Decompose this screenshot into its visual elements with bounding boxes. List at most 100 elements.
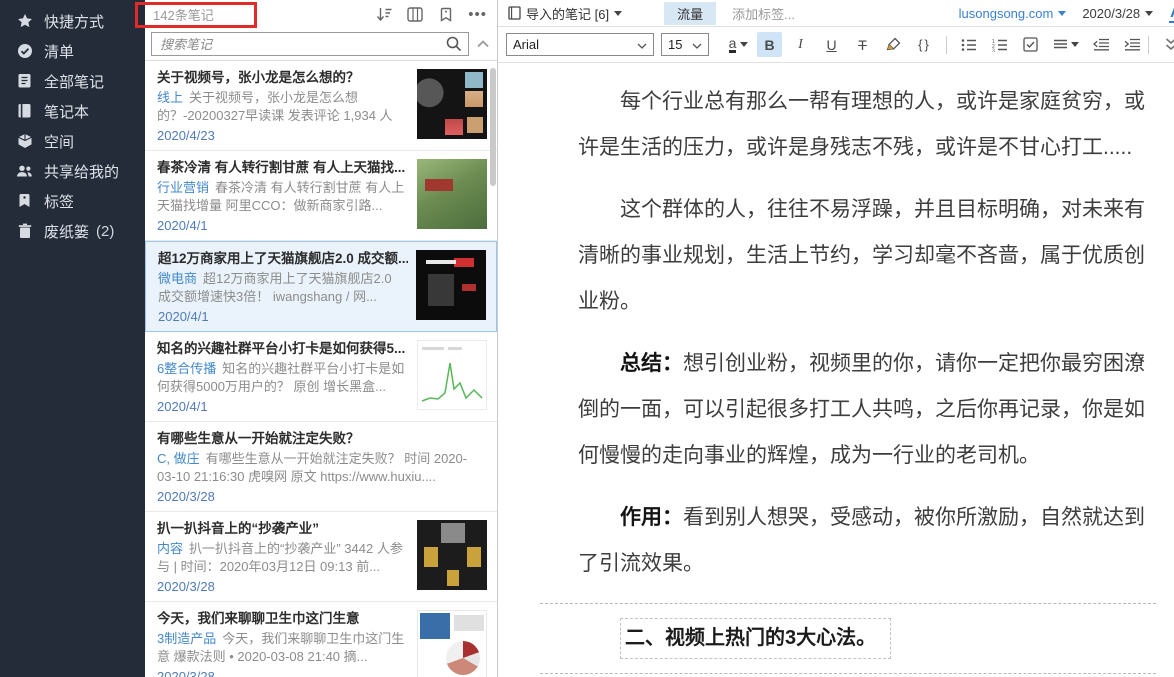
highlighter-icon (886, 37, 901, 52)
list-item[interactable]: 今天，我们来聊聊卫生巾这门生意 3制造产品今天，我们来聊聊卫生巾这门生意 爆款法… (145, 602, 497, 677)
code-glyph: {} (918, 37, 931, 52)
note-tag[interactable]: 线上 (157, 90, 183, 105)
strikethrough-glyph: T (858, 37, 867, 53)
folder-selector[interactable]: 导入的笔记 [6] (508, 4, 622, 23)
bold-label: 作用： (620, 506, 683, 529)
note-date-dropdown[interactable]: 2020/3/28 (1082, 6, 1153, 21)
chevron-down-icon (614, 11, 622, 16)
note-thumbnail (417, 520, 487, 590)
double-chevron-down-icon (1165, 38, 1174, 52)
chevron-down-icon (740, 42, 748, 47)
star-icon (16, 13, 33, 30)
note-thumbnail (417, 340, 487, 410)
list-item[interactable]: 关于视频号，张小龙是怎么想的？ 线上关于视频号，张小龙是怎么想的？-202003… (145, 61, 497, 151)
sidebar-item-label: 快捷方式 (44, 11, 104, 32)
view-mode-icon[interactable] (406, 5, 424, 23)
align-button[interactable] (1049, 32, 1083, 57)
numbered-list-icon: 123 (992, 38, 1008, 52)
sidebar-item-checklist[interactable]: 清单 (0, 36, 145, 66)
align-icon (1053, 39, 1068, 51)
indent-button[interactable] (1120, 32, 1145, 57)
chevron-down-icon (692, 37, 702, 52)
tag-icon (16, 193, 33, 210)
highlighter-button[interactable] (881, 32, 906, 57)
note-title: 关于视频号，张小龙是怎么想的？ (157, 69, 409, 87)
account-avatar[interactable]: A (1169, 4, 1174, 23)
more-tools-button[interactable] (1158, 32, 1174, 57)
check-circle-icon (16, 43, 33, 60)
italic-button[interactable]: I (788, 32, 813, 57)
sidebar-item-shortcuts[interactable]: 快捷方式 (0, 6, 145, 36)
list-item[interactable]: 知名的兴趣社群平台小打卡是如何获得5... 6整合传播知名的兴趣社群平台小打卡是… (145, 332, 497, 422)
note-tag[interactable]: 3制造产品 (157, 631, 216, 646)
sidebar-item-trash[interactable]: 废纸篓 (2) (0, 216, 145, 246)
note-list-panel: 142条笔记 ••• (145, 0, 497, 677)
search-input[interactable] (151, 32, 469, 56)
note-tag-pill[interactable]: 流量 (664, 2, 716, 25)
strikethrough-button[interactable]: T (850, 32, 875, 57)
sort-icon[interactable] (375, 5, 393, 23)
note-tag[interactable]: 6整合传播 (157, 361, 216, 376)
note-title: 今天，我们来聊聊卫生巾这门生意 (157, 610, 409, 628)
font-color-button[interactable]: a (726, 32, 751, 57)
search-row (145, 28, 497, 60)
svg-text:3: 3 (992, 48, 995, 52)
numbered-list-button[interactable]: 123 (987, 32, 1012, 57)
bullet-list-button[interactable] (956, 32, 981, 57)
note-date-label: 2020/3/28 (1082, 6, 1140, 21)
outdent-button[interactable] (1089, 32, 1114, 57)
underline-button[interactable]: U (819, 32, 844, 57)
sidebar-item-spaces[interactable]: 空间 (0, 126, 145, 156)
list-item[interactable]: 有哪些生意从一开始就注定失败？ C, 做庄有哪些生意从一开始就注定失败？ 时间 … (145, 422, 497, 512)
note-date: 2020/3/28 (157, 488, 479, 505)
editor-panel: 导入的笔记 [6] 流量 添加标签... lusongsong.com 2020… (497, 0, 1174, 677)
font-family-select[interactable]: Arial (506, 33, 654, 56)
source-domain-dropdown[interactable]: lusongsong.com (959, 6, 1067, 21)
add-tag-button[interactable]: 添加标签... (732, 4, 795, 23)
source-domain-label: lusongsong.com (959, 6, 1054, 21)
all-notes-icon (16, 73, 33, 90)
format-toolbar: Arial 15 a B I U T {} 12 (498, 27, 1174, 63)
search-icon[interactable] (445, 35, 463, 58)
note-date: 2020/4/1 (157, 398, 409, 415)
box-icon (16, 133, 33, 150)
sidebar-item-all-notes[interactable]: 全部笔记 (0, 66, 145, 96)
editor-content[interactable]: 每个行业总有那么一帮有理想的人，或许是家庭贫穷，或许是生活的压力，或许是身残志不… (498, 63, 1174, 677)
note-date: 2020/4/1 (158, 308, 408, 325)
paragraph: 作用：看到别人想哭，受感动，被你所激励，自然就达到了引流效果。 (578, 495, 1148, 587)
code-button[interactable]: {} (912, 32, 937, 57)
note-tag[interactable]: 行业营销 (157, 180, 209, 195)
checkbox-icon (1023, 37, 1038, 52)
tag-filter-icon[interactable] (437, 5, 455, 23)
sidebar-item-label: 清单 (44, 41, 74, 62)
toolbar-separator (946, 36, 947, 54)
sidebar-item-label: 笔记本 (44, 101, 89, 122)
more-options-icon[interactable]: ••• (468, 6, 487, 23)
note-thumbnail (417, 69, 487, 139)
note-title: 超12万商家用上了天猫旗舰店2.0 成交额... (158, 250, 408, 268)
font-size-select[interactable]: 15 (661, 33, 709, 56)
bold-button[interactable]: B (757, 32, 782, 57)
note-title: 知名的兴趣社群平台小打卡是如何获得5... (157, 340, 409, 358)
sidebar-item-tags[interactable]: 标签 (0, 186, 145, 216)
app-window: 快捷方式 清单 全部笔记 笔记本 空间 (0, 0, 1174, 677)
sidebar-item-label: 空间 (44, 131, 74, 152)
collapse-chevron-icon[interactable] (477, 35, 489, 53)
editor-topbar: 导入的笔记 [6] 流量 添加标签... lusongsong.com 2020… (498, 0, 1174, 27)
sidebar-item-notebooks[interactable]: 笔记本 (0, 96, 145, 126)
chevron-down-icon (1071, 42, 1079, 47)
trash-count: (2) (96, 223, 114, 240)
note-list-scrollbar[interactable] (490, 68, 496, 186)
line-chart-thumbnail (418, 341, 486, 409)
note-tag[interactable]: 微电商 (158, 271, 197, 286)
people-icon (16, 163, 33, 180)
note-tag[interactable]: 内容 (157, 541, 183, 556)
font-size-value: 15 (668, 37, 682, 52)
list-item[interactable]: 扒一扒抖音上的“抄袭产业” 内容扒一扒抖音上的“抄袭产业” 3442 人参与 |… (145, 512, 497, 602)
list-item[interactable]: 春茶冷清 有人转行割甘蔗 有人上天猫找... 行业营销春茶冷清 有人转行割甘蔗 … (145, 151, 497, 241)
note-excerpt: 关于视频号，张小龙是怎么想的？-20200327早读课 发表评论 1,934 人… (157, 90, 393, 125)
sidebar-item-shared-with-me[interactable]: 共享给我的 (0, 156, 145, 186)
list-item-selected[interactable]: 超12万商家用上了天猫旗舰店2.0 成交额... 微电商超12万商家用上了天猫旗… (145, 241, 497, 332)
note-tag[interactable]: C, 做庄 (157, 451, 200, 466)
checkbox-list-button[interactable] (1018, 32, 1043, 57)
